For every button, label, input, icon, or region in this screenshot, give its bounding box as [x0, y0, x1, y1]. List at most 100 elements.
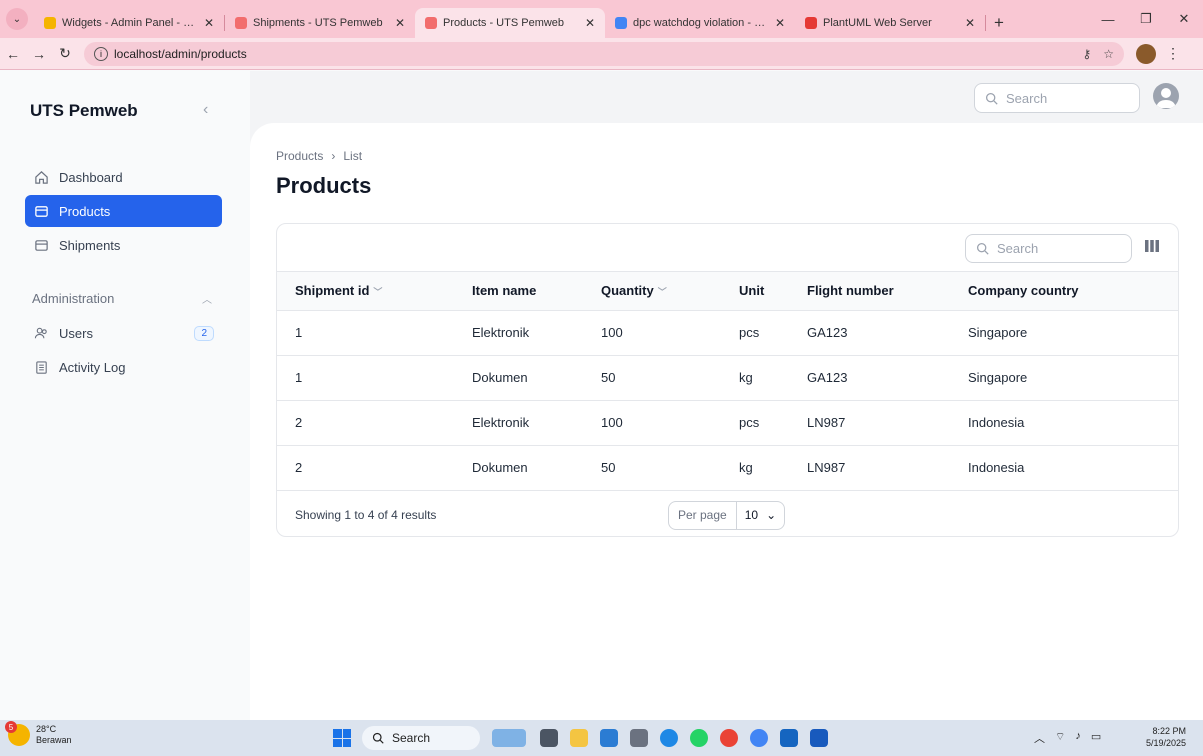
- sidebar-item-activity-log[interactable]: Activity Log: [25, 351, 222, 383]
- filament-favicon-icon: [44, 17, 56, 29]
- browser-tab[interactable]: PlantUML Web Server ✕: [795, 8, 985, 38]
- forward-icon[interactable]: →: [26, 46, 52, 62]
- sort-chevron-icon: ﹀: [657, 287, 667, 298]
- column-header-label: Shipment id: [295, 283, 370, 299]
- browser-tab[interactable]: dpc watchdog violation - Goog ✕: [605, 8, 795, 38]
- sidebar-item-label: Activity Log: [59, 359, 126, 375]
- tray-chevron-up-icon[interactable]: ︿: [1034, 730, 1045, 746]
- chevron-right-icon: ›: [331, 149, 336, 163]
- tab-search-menu-button[interactable]: ⌄: [6, 8, 28, 30]
- cell-quantity: 50: [601, 445, 739, 491]
- widgets-app-icon[interactable]: [492, 729, 526, 747]
- window-controls: — ❐ ✕: [1089, 0, 1203, 38]
- close-tab-icon[interactable]: ✕: [775, 16, 785, 30]
- table-row[interactable]: 2 Elektronik 100 pcs LN987 Indonesia: [277, 400, 1178, 446]
- page-title: Products: [276, 173, 372, 198]
- sidebar-item-shipments[interactable]: Shipments: [25, 229, 222, 261]
- sidebar-item-dashboard[interactable]: Dashboard: [25, 161, 222, 193]
- browser-tab[interactable]: Shipments - UTS Pemweb ✕: [225, 8, 415, 38]
- table-row[interactable]: 1 Elektronik 100 pcs GA123 Singapore: [277, 310, 1178, 356]
- weather-widget[interactable]: 5 28°C Berawan: [5, 721, 72, 746]
- terminal-icon[interactable]: [630, 729, 648, 747]
- plantuml-favicon-icon: [805, 17, 817, 29]
- wifi-icon[interactable]: ⌔: [1055, 730, 1065, 746]
- table-header-row: Shipment id ﹀ Item name Quantity ﹀ Unit Fl…: [277, 272, 1178, 311]
- sidebar-item-products[interactable]: Products: [25, 195, 222, 227]
- photos-icon[interactable]: [780, 729, 798, 747]
- profile-avatar[interactable]: [1136, 43, 1156, 64]
- close-tab-icon[interactable]: ✕: [585, 16, 595, 30]
- brand-title[interactable]: UTS Pemweb: [30, 101, 138, 121]
- taskbar-search[interactable]: Search: [362, 726, 480, 750]
- taskbar-search-label: Search: [392, 731, 431, 745]
- weather-badge: 5: [5, 721, 17, 733]
- table-search-input[interactable]: Search: [965, 234, 1132, 263]
- collapse-sidebar-icon[interactable]: ‹: [203, 101, 208, 119]
- vscode-icon[interactable]: [600, 729, 618, 747]
- table-row[interactable]: 1 Dokumen 50 kg GA123 Singapore: [277, 355, 1178, 401]
- column-header-quantity[interactable]: Quantity ﹀: [601, 272, 739, 311]
- search-icon: [976, 242, 989, 255]
- clock-date: 5/19/2025: [1146, 738, 1187, 748]
- password-key-icon[interactable]: ⚷: [1082, 47, 1091, 61]
- bookmark-star-icon[interactable]: ☆: [1103, 47, 1114, 61]
- reload-icon[interactable]: ↻: [52, 45, 78, 62]
- cell-unit: kg: [739, 355, 807, 401]
- close-window-icon[interactable]: ✕: [1165, 11, 1203, 27]
- close-tab-icon[interactable]: ✕: [395, 16, 405, 30]
- column-toggle-icon[interactable]: [1145, 240, 1159, 255]
- close-tab-icon[interactable]: ✕: [965, 16, 975, 30]
- nav-group-administration[interactable]: Administration ︿: [32, 291, 212, 306]
- document-icon: [33, 359, 49, 375]
- cell-shipment-id: 1: [277, 355, 472, 401]
- chrome-dev-icon[interactable]: [750, 729, 768, 747]
- cell-shipment-id: 2: [277, 400, 472, 446]
- system-tray: ︿ ⌔ ♪ ▭: [1034, 730, 1101, 746]
- browser-tab-active[interactable]: Products - UTS Pemweb ✕: [415, 8, 605, 38]
- global-search-input[interactable]: Search: [974, 83, 1140, 113]
- whatsapp-icon[interactable]: [690, 729, 708, 747]
- cell-flight-number: LN987: [807, 445, 968, 491]
- file-explorer-icon[interactable]: [570, 729, 588, 747]
- tab-title: Shipments - UTS Pemweb: [253, 17, 383, 29]
- new-tab-button[interactable]: +: [986, 8, 1012, 38]
- restore-icon[interactable]: ❐: [1127, 11, 1165, 27]
- sidebar-item-users[interactable]: Users 2: [25, 317, 222, 349]
- cell-flight-number: GA123: [807, 355, 968, 401]
- user-avatar[interactable]: [1153, 83, 1179, 109]
- volume-icon[interactable]: ♪: [1075, 730, 1081, 746]
- browser-menu-icon[interactable]: ⋮: [1166, 45, 1180, 62]
- chrome-icon[interactable]: [720, 729, 738, 747]
- url-input[interactable]: i localhost/admin/products ⚷ ☆: [84, 41, 1124, 66]
- per-page-select[interactable]: Per page 10 ⌄: [668, 500, 786, 530]
- back-icon[interactable]: ←: [0, 46, 26, 62]
- column-header-item-name: Item name: [472, 272, 601, 311]
- close-tab-icon[interactable]: ✕: [204, 16, 214, 30]
- table-row[interactable]: 2 Dokumen 50 kg LN987 Indonesia: [277, 445, 1178, 491]
- url-text: localhost/admin/products: [114, 46, 247, 61]
- column-header-shipment-id[interactable]: Shipment id ﹀: [277, 272, 472, 311]
- site-info-icon[interactable]: i: [94, 46, 108, 61]
- sidebar-item-label: Products: [59, 203, 111, 219]
- main-content: Products › List Products Search Shipment…: [250, 123, 1203, 720]
- products-table: Shipment id ﹀ Item name Quantity ﹀ Unit Fl…: [277, 272, 1178, 491]
- cell-item-name: Dokumen: [472, 355, 601, 401]
- battery-icon[interactable]: ▭: [1091, 730, 1101, 746]
- browser-tabstrip: ⌄ Widgets - Admin Panel - Filame ✕ Shipm…: [0, 0, 1203, 38]
- column-header-unit: Unit: [739, 272, 807, 311]
- minimize-icon[interactable]: —: [1089, 12, 1127, 27]
- sort-chevron-icon: ﹀: [373, 287, 383, 298]
- products-table-card: Search Shipment id ﹀ Item name Quantity ﹀ …: [276, 223, 1179, 537]
- windows-start-icon[interactable]: [333, 729, 351, 747]
- weather-sun-icon: 5: [5, 721, 30, 746]
- address-bar: ← → ↻ i localhost/admin/products ⚷ ☆ ⋮: [0, 38, 1203, 70]
- breadcrumb-item[interactable]: Products: [276, 149, 323, 163]
- os-taskbar: 5 28°C Berawan Search ︿ ⌔ ♪ ▭ 8:22 PM 5/…: [0, 720, 1203, 756]
- browser-tab[interactable]: Widgets - Admin Panel - Filame ✕: [34, 8, 224, 38]
- per-page-value-wrapper[interactable]: 10 ⌄: [737, 508, 784, 522]
- word-icon[interactable]: [810, 729, 828, 747]
- docker-icon[interactable]: [660, 729, 678, 747]
- task-view-icon[interactable]: [540, 729, 558, 747]
- system-clock[interactable]: 8:22 PM 5/19/2025: [1146, 725, 1186, 749]
- chevron-up-icon[interactable]: ︿: [202, 291, 212, 306]
